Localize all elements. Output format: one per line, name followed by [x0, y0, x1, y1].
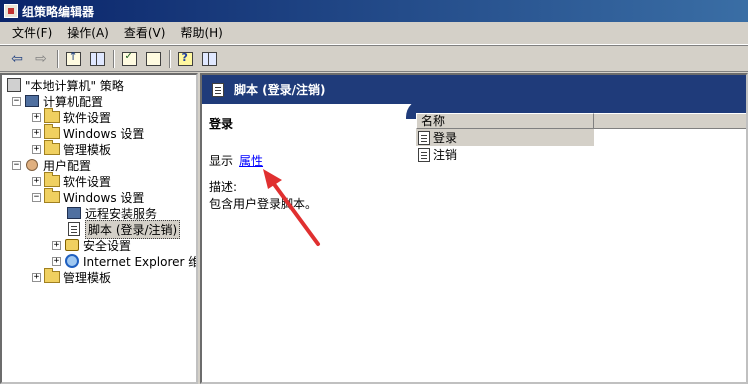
- tree-uc-ie[interactable]: + Internet Explorer 维护: [52, 253, 196, 269]
- security-icon: [64, 238, 80, 252]
- tree-cc-admin-label: 管理模板: [63, 142, 112, 157]
- forward-arrow-icon[interactable]: ⇨: [30, 49, 52, 69]
- tree-root[interactable]: "本地计算机" 策略: [6, 77, 124, 93]
- tree-user-config-label: 用户配置: [43, 158, 92, 173]
- menu-view[interactable]: 查看(V): [118, 22, 175, 44]
- folder-icon: [44, 268, 60, 283]
- menu-bar: 文件(F) 操作(A) 查看(V) 帮助(H): [0, 22, 748, 45]
- tree-cc-windows-label: Windows 设置: [63, 126, 145, 141]
- tree-uc-security-label: 安全设置: [83, 238, 132, 253]
- tree-root-label: "本地计算机" 策略: [25, 78, 124, 93]
- tree-uc-windows[interactable]: − Windows 设置: [32, 188, 145, 205]
- folder-icon: [44, 188, 60, 203]
- details-header: 脚本 (登录/注销): [202, 75, 746, 104]
- tree-uc-windows-label: Windows 设置: [63, 190, 145, 205]
- folder-icon: [44, 108, 60, 123]
- menu-help[interactable]: 帮助(H): [174, 22, 231, 44]
- console-icon: [201, 51, 217, 66]
- collapse-icon[interactable]: −: [32, 192, 41, 202]
- selected-item-title: 登录: [209, 117, 234, 131]
- script-list: 名称 登录 注销: [416, 113, 746, 382]
- help-icon: [177, 51, 193, 66]
- properties-button[interactable]: [118, 49, 140, 69]
- collapse-icon[interactable]: −: [12, 96, 21, 106]
- computer-icon: [24, 94, 40, 108]
- script-icon: [418, 130, 430, 145]
- tree-computer-config[interactable]: − 计算机配置: [12, 93, 103, 109]
- tree-computer-config-label: 计算机配置: [43, 94, 104, 109]
- script-icon: [66, 222, 82, 236]
- back-arrow-icon[interactable]: ⇦: [6, 49, 28, 69]
- toolbar: ⇦ ⇨: [0, 45, 748, 72]
- list-header: 名称: [416, 113, 746, 129]
- properties-icon: [121, 51, 137, 66]
- export-list-icon: [145, 51, 161, 66]
- tree-cc-software-label: 软件设置: [63, 110, 112, 125]
- help-button[interactable]: [174, 49, 196, 69]
- list-item-label: 登录: [433, 131, 458, 145]
- folder-icon: [44, 140, 60, 155]
- details-pane: 脚本 (登录/注销) 登录 显示 属性 描述: 包含用户登录脚本。 名称 登录 注…: [200, 73, 748, 384]
- expand-icon[interactable]: +: [52, 256, 61, 266]
- tree-uc-admin[interactable]: + 管理模板: [32, 268, 112, 285]
- remote-install-icon: [66, 206, 82, 220]
- show-properties-line: 显示 属性: [209, 152, 409, 169]
- up-level-button[interactable]: [62, 49, 84, 69]
- title-bar: 组策略编辑器: [0, 0, 748, 22]
- tree-uc-software-label: 软件设置: [63, 174, 112, 189]
- properties-link[interactable]: 属性: [239, 154, 263, 168]
- show-label: 显示: [209, 154, 234, 168]
- list-item-logoff[interactable]: 注销: [416, 146, 594, 163]
- description-label: 描述:: [209, 180, 238, 194]
- expand-icon[interactable]: +: [52, 240, 61, 250]
- expand-icon[interactable]: +: [32, 128, 41, 138]
- toolbar-separator: [113, 49, 115, 68]
- policy-tree[interactable]: "本地计算机" 策略 − 计算机配置 + 软件设置 + Windows 设置 +…: [0, 73, 198, 384]
- script-icon: [418, 147, 430, 162]
- toolbar-separator: [57, 49, 59, 68]
- description-panel: 登录 显示 属性 描述: 包含用户登录脚本。: [209, 115, 409, 212]
- tree-uc-software[interactable]: + 软件设置: [32, 172, 112, 189]
- internet-explorer-icon: [64, 254, 80, 268]
- show-console-button[interactable]: [198, 49, 220, 69]
- tree-uc-admin-label: 管理模板: [63, 270, 112, 285]
- tree-cc-windows[interactable]: + Windows 设置: [32, 124, 145, 141]
- policy-root-icon: [6, 78, 22, 92]
- tree-cc-admin[interactable]: + 管理模板: [32, 140, 112, 157]
- expand-icon[interactable]: +: [32, 272, 41, 282]
- expand-icon[interactable]: +: [32, 176, 41, 186]
- column-header-name[interactable]: 名称: [416, 113, 594, 129]
- tree-toggle-icon: [89, 51, 105, 66]
- export-list-button[interactable]: [142, 49, 164, 69]
- collapse-icon[interactable]: −: [12, 160, 21, 170]
- tree-uc-ie-label: Internet Explorer 维护: [83, 254, 196, 269]
- description-text: 包含用户登录脚本。: [209, 197, 318, 211]
- tree-cc-software[interactable]: + 软件设置: [32, 108, 112, 125]
- details-header-title: 脚本 (登录/注销): [234, 83, 326, 97]
- expand-icon[interactable]: +: [32, 112, 41, 122]
- folder-icon: [44, 124, 60, 139]
- tree-uc-security[interactable]: + 安全设置: [52, 237, 131, 253]
- list-item-label: 注销: [433, 148, 458, 162]
- tree-user-config[interactable]: − 用户配置: [12, 157, 91, 173]
- user-icon: [24, 158, 40, 172]
- expand-icon[interactable]: +: [32, 144, 41, 154]
- menu-file[interactable]: 文件(F): [6, 22, 61, 44]
- folder-icon: [44, 172, 60, 187]
- script-icon: [212, 82, 224, 97]
- list-item-logon[interactable]: 登录: [416, 129, 594, 146]
- menu-action[interactable]: 操作(A): [61, 22, 118, 44]
- tree-uc-scripts[interactable]: 脚本 (登录/注销): [66, 219, 181, 239]
- window-title: 组策略编辑器: [22, 4, 95, 19]
- toolbar-separator: [169, 49, 171, 68]
- column-header-filler: [594, 113, 746, 129]
- up-folder-icon: [65, 50, 81, 66]
- group-policy-icon: [4, 4, 18, 18]
- show-hide-tree-button[interactable]: [86, 49, 108, 69]
